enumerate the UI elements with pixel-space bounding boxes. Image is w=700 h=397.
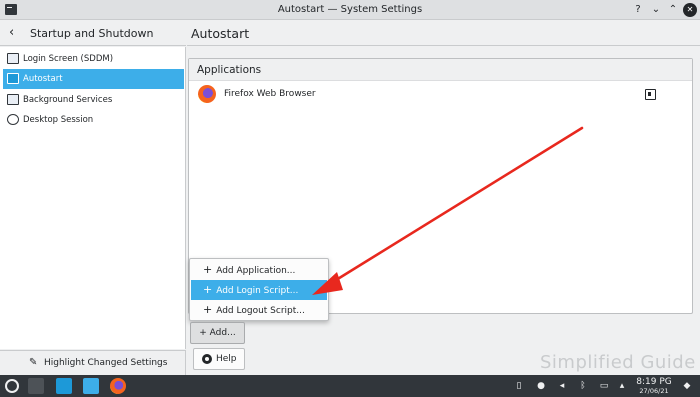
discover-icon[interactable] xyxy=(56,378,72,394)
session-icon xyxy=(7,114,19,125)
file-manager-icon[interactable] xyxy=(83,378,99,394)
tray-expand-icon[interactable]: ▴ xyxy=(617,380,627,392)
add-logout-script-menu-item[interactable]: + Add Logout Script... xyxy=(191,300,327,320)
application-name: Firefox Web Browser xyxy=(224,89,316,99)
highlight-changed-label: Highlight Changed Settings xyxy=(44,358,168,368)
help-button-label: Help xyxy=(216,354,237,364)
add-login-script-menu-item[interactable]: + Add Login Script... xyxy=(191,280,327,300)
clipboard-icon[interactable]: ▯ xyxy=(514,380,524,392)
clock[interactable]: 8:19 PG 27/06/21 xyxy=(633,377,675,395)
back-icon[interactable]: ‹ xyxy=(9,25,14,40)
close-icon[interactable]: ✕ xyxy=(683,3,697,17)
sidebar-list: Login Screen (SDDM) Autostart Background… xyxy=(0,47,186,349)
maximize-icon[interactable]: ⌃ xyxy=(666,3,680,17)
add-button[interactable]: + Add... xyxy=(190,322,245,344)
add-menu: + Add Application... + Add Login Script...… xyxy=(189,258,329,321)
application-launcher-icon[interactable] xyxy=(5,379,19,393)
applications-section-header: Applications xyxy=(189,59,692,81)
page-title: Autostart xyxy=(191,26,250,41)
sidebar-item-label: Background Services xyxy=(23,95,113,105)
system-settings-task-icon[interactable] xyxy=(28,378,44,394)
clock-time: 8:19 PG xyxy=(636,377,672,387)
page-header: Autostart xyxy=(187,21,700,46)
clock-date: 27/06/21 xyxy=(639,387,669,395)
minimize-icon[interactable]: ⌄ xyxy=(649,3,663,17)
services-icon xyxy=(7,94,19,105)
show-desktop-icon[interactable]: ◆ xyxy=(682,380,692,392)
sidebar-header: ‹ Startup and Shutdown xyxy=(0,21,186,46)
menu-item-label: Add Login Script... xyxy=(216,286,299,296)
notifications-icon[interactable]: ● xyxy=(536,380,546,392)
properties-icon[interactable] xyxy=(645,89,656,100)
plus-icon: + xyxy=(203,283,213,296)
sidebar-item-label: Autostart xyxy=(23,74,63,84)
volume-icon[interactable]: ◂ xyxy=(557,380,567,392)
window-title: Autostart — System Settings xyxy=(277,4,423,15)
sidebar-item-background-services[interactable]: Background Services xyxy=(3,90,184,110)
firefox-icon[interactable] xyxy=(110,378,126,394)
plus-icon: + xyxy=(203,263,213,276)
bluetooth-icon[interactable]: ᛒ xyxy=(578,380,588,392)
help-icon[interactable]: ? xyxy=(631,3,645,17)
autostart-icon xyxy=(7,73,19,84)
menu-item-label: Add Logout Script... xyxy=(216,306,305,316)
pen-icon: ✎ xyxy=(29,357,38,368)
sidebar-item-desktop-session[interactable]: Desktop Session xyxy=(3,110,184,130)
monitor-icon xyxy=(7,53,19,64)
firefox-icon xyxy=(198,85,216,103)
add-application-menu-item[interactable]: + Add Application... xyxy=(191,260,327,280)
plus-icon: + xyxy=(203,303,213,316)
help-lifebuoy-icon xyxy=(202,354,212,364)
window-titlebar: Autostart — System Settings ? ⌄ ⌃ ✕ xyxy=(0,0,700,20)
sidebar-item-login-screen[interactable]: Login Screen (SDDM) xyxy=(3,49,184,69)
taskbar: ▯ ● ◂ ᛒ ▭ ▴ 8:19 PG 27/06/21 ◆ xyxy=(0,375,700,397)
applications-section-title: Applications xyxy=(197,64,262,76)
sidebar-title: Startup and Shutdown xyxy=(30,27,154,40)
network-icon[interactable]: ▭ xyxy=(599,380,609,392)
sidebar-item-autostart[interactable]: Autostart xyxy=(3,69,184,89)
menu-item-label: Add Application... xyxy=(216,266,296,276)
sidebar-item-label: Desktop Session xyxy=(23,115,94,125)
highlight-changed-settings-button[interactable]: ✎ Highlight Changed Settings xyxy=(0,350,186,375)
watermark: Simplified Guide xyxy=(540,352,696,373)
help-button[interactable]: Help xyxy=(193,348,245,370)
list-item[interactable]: Firefox Web Browser xyxy=(189,82,692,108)
sidebar-item-label: Login Screen (SDDM) xyxy=(23,54,114,64)
